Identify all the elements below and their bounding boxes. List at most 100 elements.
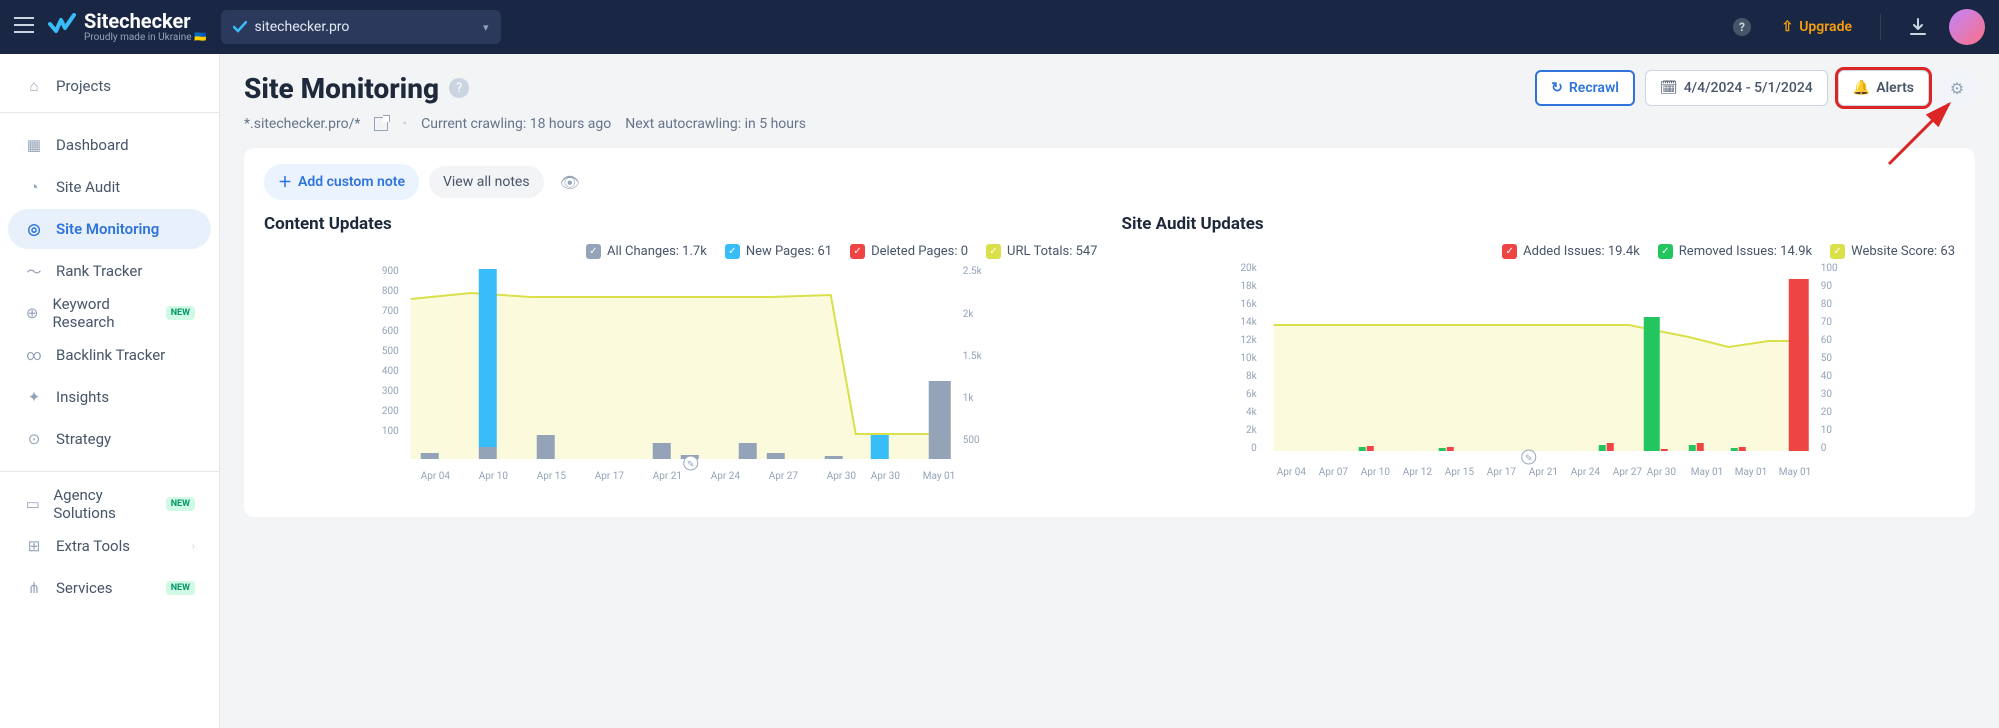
gauge-icon: ◔ [24, 178, 44, 196]
svg-text:Apr 24: Apr 24 [1570, 467, 1600, 478]
svg-text:Apr 27: Apr 27 [1612, 467, 1642, 478]
svg-text:Apr 15: Apr 15 [537, 471, 567, 482]
new-badge: NEW [166, 497, 195, 511]
svg-text:2k: 2k [1246, 425, 1258, 436]
recrawl-button[interactable]: ↻ Recrawl [1535, 70, 1635, 106]
legend-website-score[interactable]: ✓Website Score: 63 [1830, 244, 1955, 259]
target-icon: ◎ [24, 220, 44, 238]
svg-text:30: 30 [1820, 389, 1832, 400]
content-updates-chart: Content Updates ✓All Changes: 1.7k ✓New … [264, 214, 1098, 509]
download-button[interactable] [1901, 10, 1935, 44]
svg-text:90: 90 [1820, 281, 1832, 292]
sidebar-item-insights[interactable]: ✦ Insights [8, 377, 211, 417]
date-range-picker[interactable]: 🗓 4/4/2024 - 5/1/2024 [1645, 70, 1828, 106]
svg-text:Apr 04: Apr 04 [1276, 467, 1306, 478]
menu-toggle-button[interactable] [14, 17, 34, 37]
svg-text:1k: 1k [963, 393, 975, 404]
svg-text:Apr 30: Apr 30 [1646, 467, 1676, 478]
site-audit-updates-chart: Site Audit Updates ✓Added Issues: 19.4k … [1122, 214, 1956, 509]
legend-removed-issues[interactable]: ✓Removed Issues: 14.9k [1658, 244, 1812, 259]
sidebar: ⌂ Projects ▦ Dashboard ◔ Site Audit ◎ Si… [0, 54, 220, 728]
svg-text:2k: 2k [963, 309, 975, 320]
svg-text:10: 10 [1820, 425, 1832, 436]
svg-text:500: 500 [382, 346, 399, 357]
svg-text:100: 100 [382, 426, 399, 437]
compass-icon: ⊙ [24, 430, 44, 448]
svg-text:Apr 21: Apr 21 [1528, 467, 1557, 478]
svg-text:May 01: May 01 [1778, 467, 1811, 478]
legend-url-totals[interactable]: ✓URL Totals: 547 [986, 244, 1097, 259]
bell-icon: 🔔 [1853, 80, 1870, 96]
svg-text:May 01: May 01 [923, 471, 956, 482]
svg-text:Apr 21: Apr 21 [653, 471, 682, 482]
sidebar-item-services[interactable]: ⋔ Services NEW [8, 568, 211, 608]
svg-text:300: 300 [382, 386, 399, 397]
svg-text:20: 20 [1820, 407, 1832, 418]
svg-text:✎: ✎ [1524, 454, 1532, 464]
home-icon: ⌂ [24, 77, 44, 95]
new-badge: NEW [166, 306, 195, 320]
brand-name: Sitechecker [84, 11, 207, 31]
svg-text:Apr 10: Apr 10 [479, 471, 509, 482]
logo-mark-icon [48, 13, 76, 41]
svg-text:0: 0 [1251, 443, 1257, 454]
add-note-button[interactable]: ＋ Add custom note [264, 164, 419, 200]
svg-text:Apr 04: Apr 04 [421, 471, 451, 482]
help-tooltip-icon[interactable]: ? [449, 78, 469, 98]
refresh-icon: ↻ [1551, 80, 1563, 96]
svg-text:10k: 10k [1240, 353, 1257, 364]
svg-text:20k: 20k [1240, 263, 1257, 274]
sidebar-item-site-audit[interactable]: ◔ Site Audit [8, 167, 211, 207]
svg-text:6k: 6k [1246, 389, 1258, 400]
svg-text:100: 100 [1820, 263, 1837, 274]
search-target-icon: ⊕ [24, 304, 40, 322]
site-selector-dropdown[interactable]: sitechecker.pro ▾ [221, 10, 501, 44]
calendar-icon: 🗓 [1660, 80, 1678, 96]
sidebar-item-dashboard[interactable]: ▦ Dashboard [8, 125, 211, 165]
svg-text:600: 600 [382, 326, 399, 337]
svg-text:80: 80 [1820, 299, 1832, 310]
view-notes-button[interactable]: View all notes [429, 166, 544, 198]
svg-text:800: 800 [382, 286, 399, 297]
help-button[interactable]: ? [1725, 10, 1759, 44]
svg-text:0: 0 [1820, 443, 1826, 454]
selected-site-label: sitechecker.pro [255, 19, 350, 35]
alerts-button[interactable]: 🔔 Alerts [1838, 70, 1929, 106]
plus-icon: ＋ [278, 172, 292, 192]
legend-new-pages[interactable]: ✓New Pages: 61 [725, 244, 832, 259]
briefcase-icon: ▭ [24, 495, 41, 513]
sidebar-item-site-monitoring[interactable]: ◎ Site Monitoring [8, 209, 211, 249]
svg-text:Apr 07: Apr 07 [1318, 467, 1348, 478]
visibility-toggle[interactable]: 👁 [554, 167, 586, 198]
svg-text:Apr 30: Apr 30 [827, 471, 857, 482]
sidebar-item-strategy[interactable]: ⊙ Strategy [8, 419, 211, 459]
svg-text:900: 900 [382, 266, 399, 277]
legend-all-changes[interactable]: ✓All Changes: 1.7k [586, 244, 707, 259]
svg-text:Apr 17: Apr 17 [1486, 467, 1516, 478]
svg-text:200: 200 [382, 406, 399, 417]
svg-text:Apr 27: Apr 27 [769, 471, 799, 482]
svg-text:Apr 12: Apr 12 [1402, 467, 1432, 478]
sidebar-item-projects[interactable]: ⌂ Projects [8, 66, 211, 106]
main-content: Site Monitoring ? ↻ Recrawl 🗓 4/4/2024 -… [220, 54, 1999, 728]
sidebar-item-agency-solutions[interactable]: ▭ Agency Solutions NEW [8, 484, 211, 524]
gear-icon: ⚙ [1950, 79, 1964, 98]
brand-logo[interactable]: Sitechecker Proudly made in Ukraine 🇺🇦 [48, 11, 207, 43]
sidebar-item-keyword-research[interactable]: ⊕ Keyword Research NEW [8, 293, 211, 333]
sidebar-item-rank-tracker[interactable]: 〜 Rank Tracker [8, 251, 211, 291]
page-title: Site Monitoring [244, 72, 439, 105]
upgrade-icon: ⇧ [1781, 19, 1793, 35]
svg-text:700: 700 [382, 306, 399, 317]
svg-text:14k: 14k [1240, 317, 1257, 328]
external-link-icon[interactable] [374, 117, 388, 131]
sidebar-item-backlink-tracker[interactable]: ∞ Backlink Tracker [8, 335, 211, 375]
svg-text:2.5k: 2.5k [963, 266, 983, 277]
legend-deleted-pages[interactable]: ✓Deleted Pages: 0 [850, 244, 968, 259]
legend-added-issues[interactable]: ✓Added Issues: 19.4k [1502, 244, 1640, 259]
wand-icon: ✦ [24, 388, 44, 406]
user-avatar[interactable] [1949, 9, 1985, 45]
sidebar-item-extra-tools[interactable]: ⊞ Extra Tools › [8, 526, 211, 566]
upgrade-link[interactable]: ⇧ Upgrade [1773, 19, 1860, 35]
chevron-right-icon: › [192, 540, 195, 553]
settings-button[interactable]: ⚙ [1939, 70, 1975, 106]
